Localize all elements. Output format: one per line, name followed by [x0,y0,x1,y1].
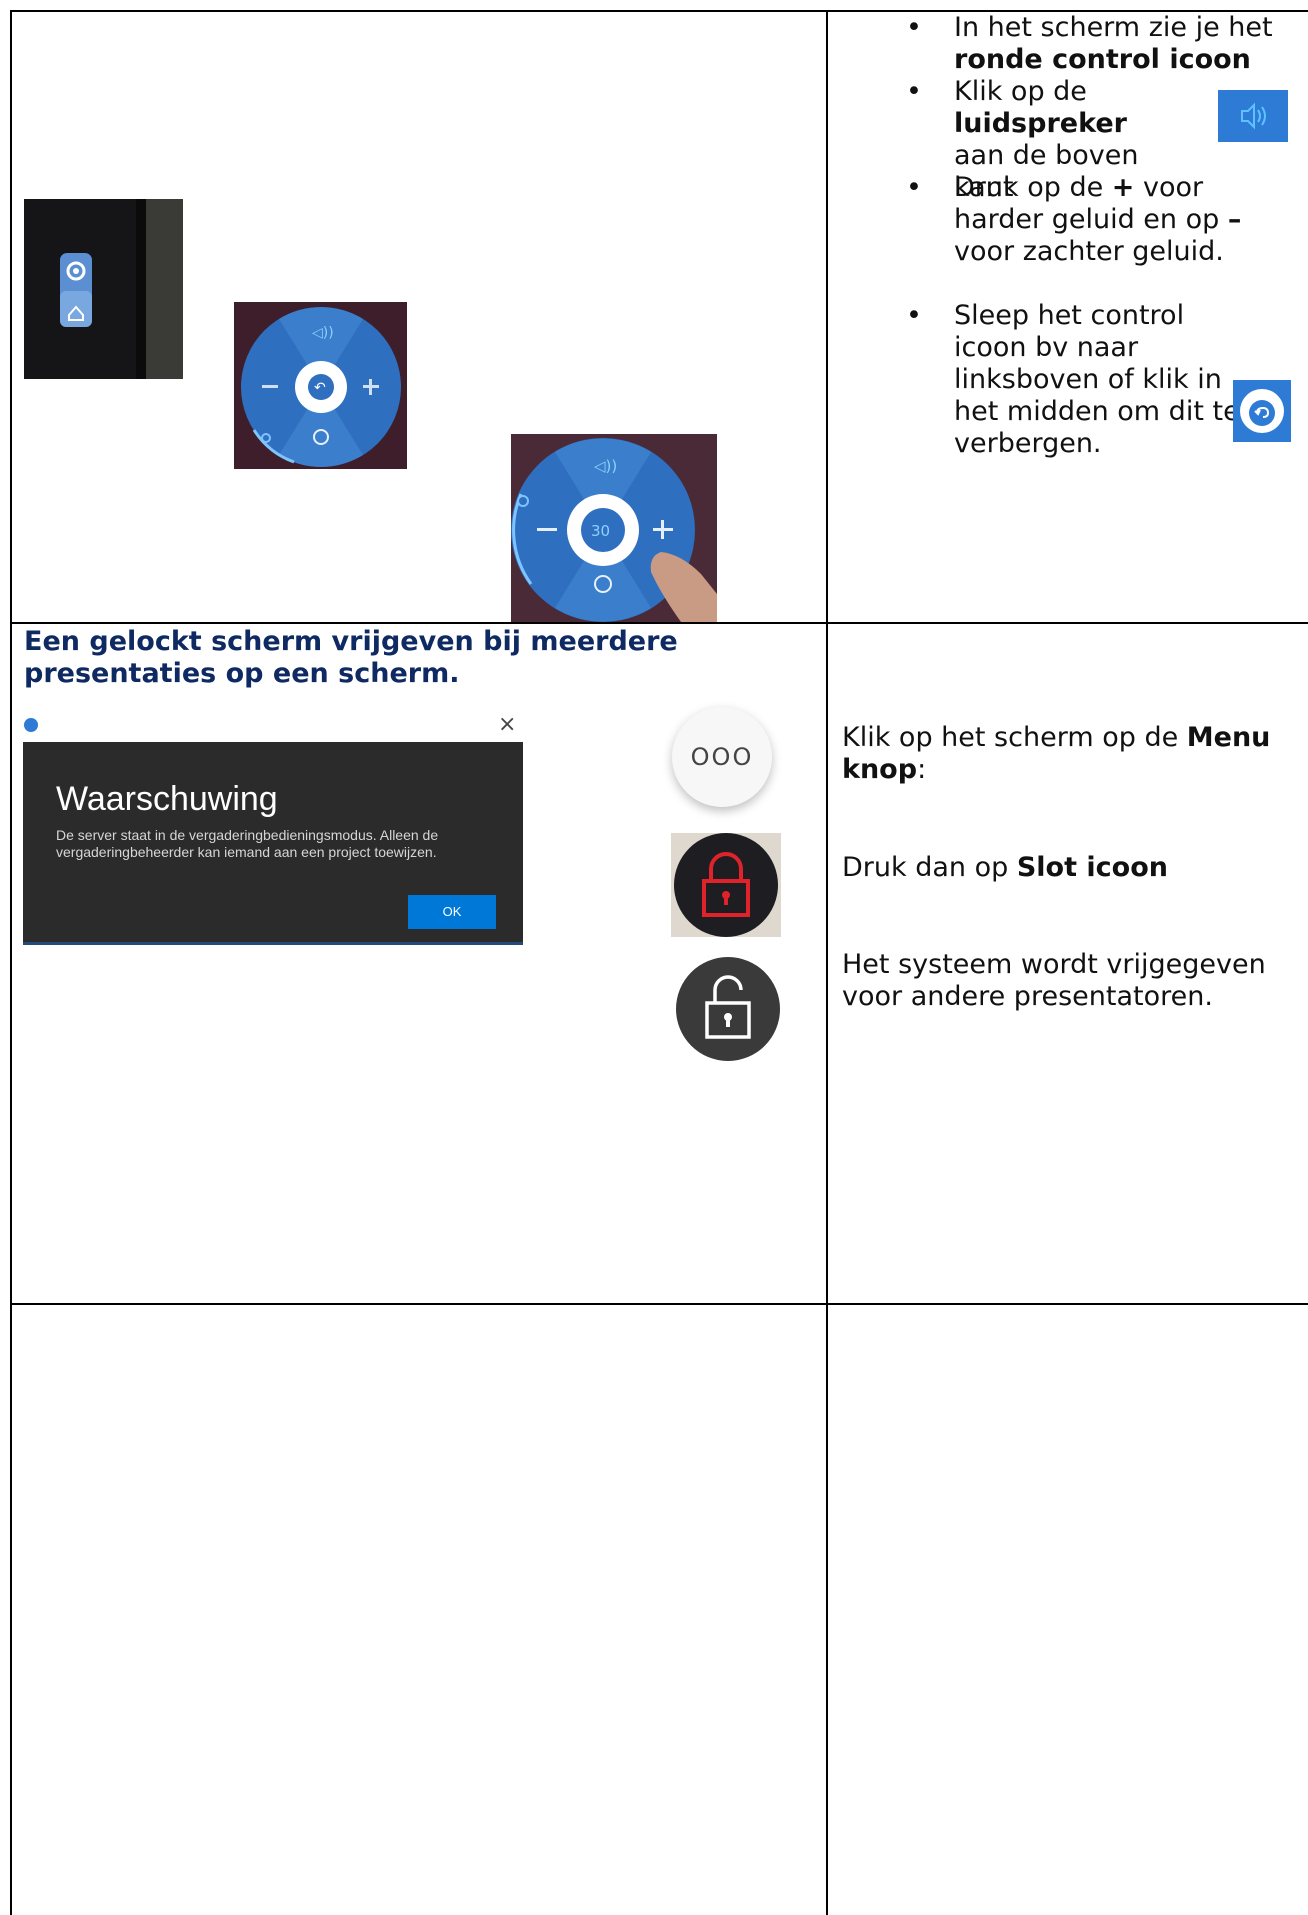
bullet-text: Sleep het control icoon bv naar linksbov… [954,300,1240,459]
step-released: Het systeem wordt vrijgegeven voor ander… [842,949,1266,1012]
dialog-close-button[interactable]: × [498,712,516,737]
red-lock-icon [671,833,781,937]
hide-control-icon [1233,380,1291,442]
bullet-bold: luidspreker [954,108,1127,139]
svg-text:◁)): ◁)) [594,457,617,475]
side-panel-photo [24,199,183,379]
svg-text:↶: ↶ [314,380,326,396]
table-row-divider-2 [10,1303,1308,1305]
bullet-text: Klik op de [954,76,1087,107]
bullet-speaker: Klik op de luidspreker aan de boven kant [906,76,1162,203]
control-dial-photo-large: 30 ◁)) [511,434,717,622]
bullet-volume: Druk op de + voor harder geluid en op – … [906,172,1254,268]
side-panel-illustration [60,199,183,379]
control-dial-large-illustration: 30 ◁)) [511,438,717,622]
speaker-icon [1218,90,1288,142]
bullet-drag: Sleep het control icoon bv naar linksbov… [906,300,1264,460]
table-row-divider-1 [10,622,1308,624]
step-menu: Klik op het scherm op de Menu knop: [842,722,1271,785]
dialog-message: De server staat in de vergaderingbedieni… [56,827,439,860]
table-column-divider [826,10,828,1915]
section-heading: Een gelockt scherm vrijgeven bij meerder… [24,626,678,689]
bullet-bold: – [1227,204,1242,235]
unlock-icon [675,957,781,1061]
control-dial-photo-small: ↶ ◁)) [234,302,407,469]
step-lock: Druk dan op Slot icoon [842,852,1168,883]
bullet-text: Druk op de [954,172,1112,203]
menu-button-icon: OOO [672,707,772,807]
bullet-bold: ronde control icoon [954,44,1251,75]
table-left-border [10,10,12,1915]
bullet-text: voor zachter geluid. [954,236,1224,267]
dialog-ok-button[interactable]: OK [408,895,496,929]
svg-text:◁)): ◁)) [312,325,334,341]
bullet-control-icon: In het scherm zie je het ronde control i… [906,12,1296,76]
dial-center-value: 30 [591,522,610,540]
warning-dialog: Waarschuwing De server staat in de verga… [23,742,523,945]
control-dial-small-illustration: ↶ ◁)) [241,307,401,467]
bullet-bold: + [1111,172,1135,203]
dialog-app-icon [24,718,38,732]
bullet-text: In het scherm zie je het [954,12,1273,43]
dialog-title: Waarschuwing [56,780,278,818]
